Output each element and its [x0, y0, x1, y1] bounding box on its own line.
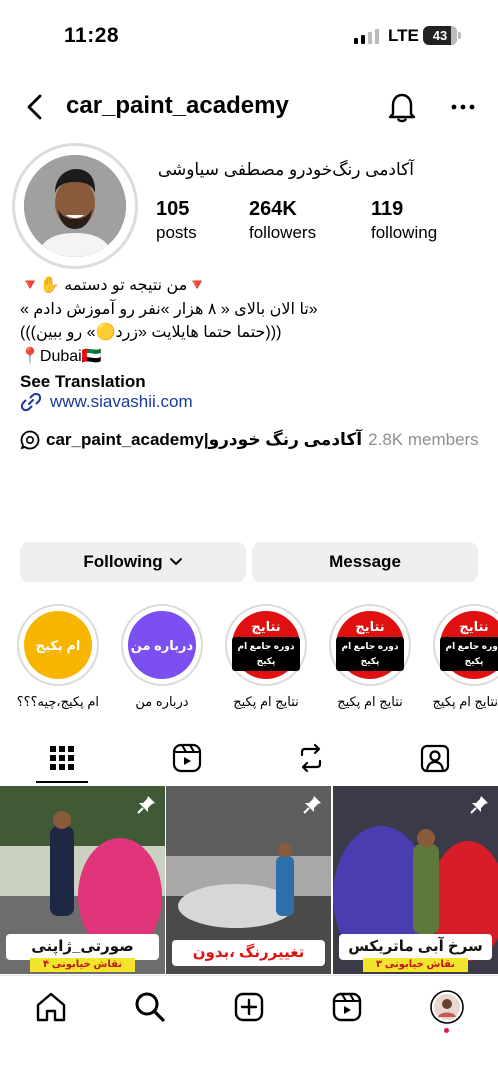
- post-subtitle: نقاش خیابونی ۴: [30, 958, 135, 972]
- more-options-icon[interactable]: [448, 92, 478, 122]
- post-thumbnail[interactable]: تغییررنگ ،بدون مجوز: [166, 786, 331, 974]
- chevron-down-icon: [169, 558, 182, 565]
- search-icon[interactable]: [133, 990, 167, 1024]
- highlight-cover-text: نتایج: [251, 619, 281, 634]
- profile-avatar[interactable]: [430, 990, 464, 1024]
- stat-followers[interactable]: 264K followers: [249, 198, 316, 243]
- highlight-cover: نتایج دوره جامع ام پکیج: [440, 611, 498, 679]
- highlight-cover-text: درباره من: [130, 637, 194, 653]
- signal-icon: [354, 28, 379, 44]
- profile-username: car_paint_academy: [66, 92, 289, 119]
- highlight-cover: نتایج دوره جامع ام پکیج: [232, 611, 300, 679]
- highlight-cover-text: نتایج: [459, 619, 489, 634]
- channel-members: 2.8K members: [368, 430, 479, 449]
- bio-line: 🔻من نتیجه تو دستمه ✋🔻: [20, 277, 208, 294]
- highlight-item[interactable]: درباره من درباره من: [121, 604, 203, 710]
- profile-avatar: [24, 155, 126, 257]
- pin-icon: [137, 796, 155, 814]
- bio-location: 📍Dubai🇦🇪: [20, 347, 102, 365]
- following-button-label: Following: [83, 552, 163, 571]
- highlight-label: درباره من: [135, 694, 189, 709]
- reels-icon[interactable]: [170, 741, 204, 775]
- network-type: LTE: [388, 26, 419, 45]
- message-button[interactable]: Message: [252, 542, 478, 582]
- broadcast-channel[interactable]: car_paint_academy|آکادمی رنگ خودرو 2.8K …: [20, 430, 479, 450]
- following-label: following: [371, 223, 438, 242]
- battery-icon: 43: [423, 26, 461, 45]
- highlight-cover: نتایج دوره جامع ام پکیج: [336, 611, 404, 679]
- post-thumbnail[interactable]: صورتی_ژاپنی نقاش خیابونی ۴: [0, 786, 165, 974]
- link-icon: [20, 392, 42, 412]
- highlight-cover-text: ام پکیج: [35, 637, 81, 653]
- highlight-cover-box: دوره جامع ام پکیج: [232, 637, 300, 671]
- followers-count: 264K: [249, 198, 297, 220]
- stat-following[interactable]: 119 following: [371, 198, 437, 243]
- profile-bio: 🔻من نتیجه تو دستمه ✋🔻 «تا الان بالای « ۸…: [20, 274, 480, 394]
- battery-level: 43: [432, 28, 448, 43]
- highlight-cover: ام پکیج: [24, 611, 92, 679]
- create-icon[interactable]: [232, 990, 266, 1024]
- bottom-navigation: [0, 975, 498, 1080]
- website-link[interactable]: www.siavashii.com: [20, 391, 193, 413]
- reels-icon[interactable]: [330, 990, 364, 1024]
- followers-label: followers: [249, 223, 317, 242]
- status-time: 11:28: [64, 24, 120, 47]
- stat-posts[interactable]: 105 posts: [156, 198, 197, 243]
- pin-icon: [303, 796, 321, 814]
- pin-icon: [470, 796, 488, 814]
- post-caption: صورتی_ژاپنی: [6, 934, 159, 960]
- avatar-photo: [24, 155, 126, 257]
- profile-tabs: [0, 733, 498, 785]
- highlight-cover-box: دوره جامع ام پکیج: [440, 637, 498, 671]
- posts-count: 105: [156, 198, 190, 220]
- posts-label: posts: [156, 223, 197, 242]
- highlight-item[interactable]: نتایج دوره جامع ام پکیج نتایج ام پکیج: [329, 604, 411, 710]
- post-thumbnail[interactable]: سرخ آبی ماتریکس نقاش خیابونی ۳: [333, 786, 498, 974]
- bio-line: «تا الان بالای « ۸ هزار »نفر رو آموزش دا…: [20, 300, 318, 318]
- home-icon[interactable]: [34, 990, 68, 1024]
- notification-dot: [444, 1028, 449, 1033]
- active-tab-indicator: [36, 781, 88, 783]
- highlight-item[interactable]: نتایج دوره جامع ام پکیج نتایج ام پکیج: [433, 604, 498, 710]
- highlight-cover-text: نتایج: [355, 619, 385, 634]
- following-button[interactable]: Following: [20, 542, 246, 582]
- profile-header: car_paint_academy: [0, 84, 498, 130]
- highlight-cover: درباره من: [128, 611, 196, 679]
- back-arrow-icon[interactable]: [22, 92, 50, 122]
- reposts-icon[interactable]: [294, 741, 328, 775]
- channel-icon: [20, 430, 40, 450]
- grid-icon[interactable]: [45, 741, 79, 775]
- tagged-icon[interactable]: [418, 741, 452, 775]
- highlight-label: نتایج ام پکیج: [233, 694, 299, 709]
- message-button-label: Message: [329, 552, 401, 571]
- post-subtitle: نقاش خیابونی ۳: [363, 958, 468, 972]
- highlight-label: نتایج ام پکیج: [433, 694, 498, 709]
- profile-display-name: آکادمی رنگ‌خودرو مصطفی سیاوشی: [157, 160, 414, 179]
- profile-avatar-ring[interactable]: [12, 143, 138, 269]
- website-url: www.siavashii.com: [50, 392, 193, 411]
- highlight-item[interactable]: نتایج دوره جامع ام پکیج نتایج ام پکیج: [225, 604, 307, 710]
- highlight-label: نتایج ام پکیج: [337, 694, 403, 709]
- highlight-label: ام پکیج،چیه؟؟؟: [16, 694, 99, 709]
- following-count: 119: [371, 198, 404, 220]
- channel-title: car_paint_academy|آکادمی رنگ خودرو: [46, 430, 363, 449]
- see-translation-link[interactable]: See Translation: [20, 370, 480, 394]
- post-caption: تغییررنگ ،بدون مجوز: [172, 940, 325, 974]
- highlight-item[interactable]: ام پکیج ام پکیج،چیه؟؟؟: [17, 604, 99, 710]
- status-bar: 11:28 LTE 43: [0, 0, 498, 70]
- highlight-cover-box: دوره جامع ام پکیج: [336, 637, 404, 671]
- bio-line: (((حتما حتما هایلایت «زرد🟡» رو ببین))): [20, 324, 282, 341]
- bell-icon[interactable]: [386, 90, 418, 124]
- post-caption: سرخ آبی ماتریکس: [339, 934, 492, 960]
